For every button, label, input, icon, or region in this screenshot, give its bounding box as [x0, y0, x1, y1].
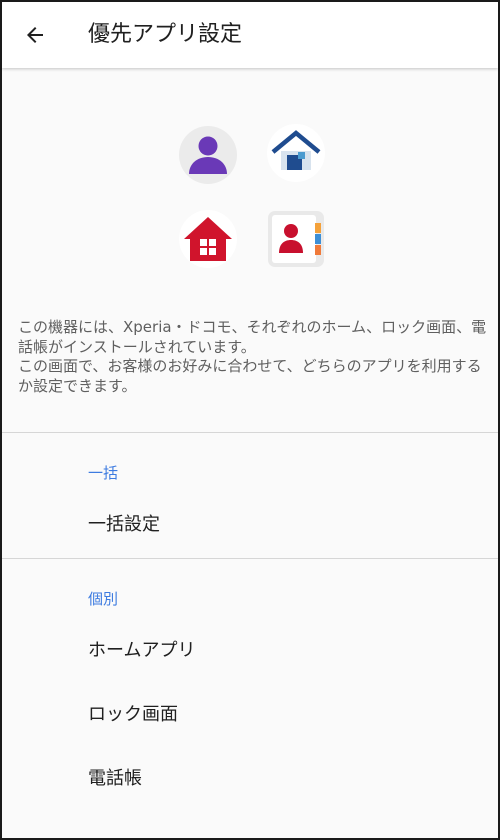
lock-screen-label: ロック画面	[88, 704, 178, 725]
lock-screen-item[interactable]: ロック画面	[2, 688, 498, 744]
bulk-settings-label: 一括設定	[88, 514, 160, 535]
xperia-home-icon	[266, 123, 326, 183]
page-title: 優先アプリ設定	[88, 22, 243, 47]
bulk-settings-item[interactable]: 一括設定	[2, 498, 498, 554]
back-button[interactable]	[14, 14, 56, 56]
app-bar: 優先アプリ設定	[2, 2, 498, 68]
arrow-left-icon	[27, 27, 43, 43]
section-header-bulk: 一括	[88, 464, 119, 482]
divider	[2, 558, 498, 559]
description-line-1: この機器には、Xperia・ドコモ、それぞれのホーム、ロック画面、電話帳がインス…	[18, 318, 487, 356]
phonebook-item[interactable]: 電話帳	[2, 752, 498, 808]
screen-frame: 優先アプリ設定 この機器には、Xperia・ドコモ、それぞれのホーム、ロック画面…	[0, 0, 500, 840]
description-line-2: この画面で、お客様のお好みに合わせて、どちらのアプリを利用するか設定できます。	[18, 357, 482, 395]
divider	[2, 432, 498, 433]
docomo-contact-person-icon	[178, 125, 238, 185]
section-header-individual: 個別	[88, 590, 119, 608]
description-text: この機器には、Xperia・ドコモ、それぞれのホーム、ロック画面、電話帳がインス…	[18, 318, 488, 396]
phonebook-contact-icon	[266, 209, 326, 269]
home-app-item[interactable]: ホームアプリ	[2, 624, 498, 680]
docomo-home-icon	[178, 209, 238, 269]
phonebook-label: 電話帳	[88, 768, 142, 789]
home-app-label: ホームアプリ	[88, 640, 196, 661]
